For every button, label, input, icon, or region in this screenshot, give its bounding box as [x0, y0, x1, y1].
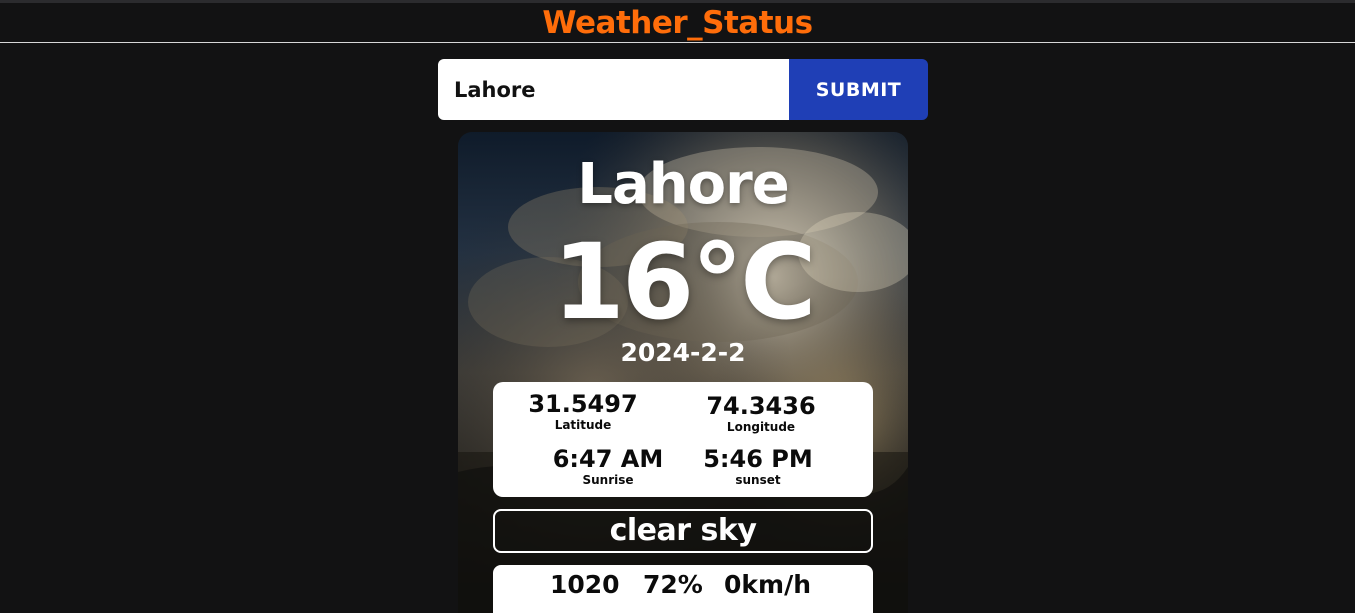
sunrise-cell: 6:47 AM Sunrise: [533, 445, 683, 487]
latitude-label: Latitude: [554, 418, 612, 432]
submit-button[interactable]: SUBMIT: [789, 59, 928, 120]
latitude-value: 31.5497: [528, 390, 638, 418]
wind-speed-value: 0km/h: [724, 570, 811, 599]
weather-condition: clear sky: [493, 509, 873, 553]
date: 2024-2-2: [620, 338, 746, 367]
location-info-panel: 31.5497 Latitude 74.3436 Longitude 6:47 …: [493, 382, 873, 497]
sunrise-label: Sunrise: [582, 473, 634, 487]
weather-card: Lahore 16°C 2024-2-2 31.5497 Latitude 74…: [458, 132, 908, 613]
app-header: Weather_Status: [0, 3, 1355, 43]
humidity-value: 72%: [643, 570, 703, 599]
city-input[interactable]: [438, 59, 789, 120]
longitude-label: Longitude: [726, 420, 796, 434]
longitude-value: 74.3436: [706, 392, 816, 420]
app-title: Weather_Status: [542, 5, 813, 41]
search-form: SUBMIT: [438, 59, 928, 120]
city-name: Lahore: [577, 152, 789, 217]
sunset-value: 5:46 PM: [703, 445, 813, 473]
sunset-label: sunset: [735, 473, 781, 487]
longitude-cell: 74.3436 Longitude: [686, 392, 836, 434]
sunset-cell: 5:46 PM sunset: [683, 445, 833, 487]
pressure-value: 1020: [550, 570, 620, 599]
latitude-cell: 31.5497 Latitude: [508, 390, 658, 432]
weather-stats-panel: 1020 72% 0km/h: [493, 565, 873, 613]
temperature: 16°C: [552, 221, 816, 343]
sunrise-value: 6:47 AM: [552, 445, 664, 473]
